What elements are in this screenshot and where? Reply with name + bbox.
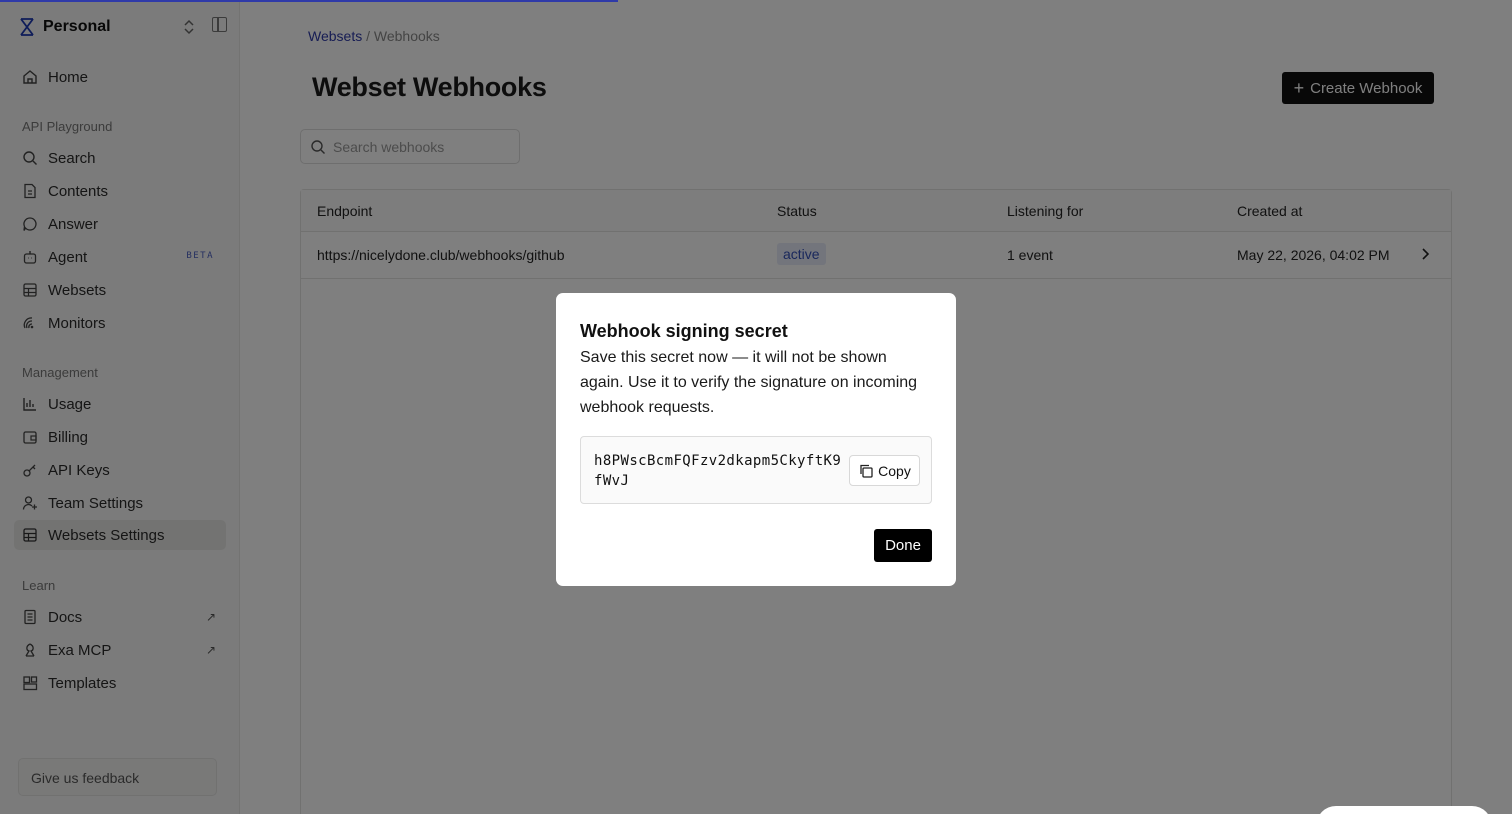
copy-button[interactable]: Copy — [849, 455, 920, 486]
dialog-title: Webhook signing secret — [580, 321, 788, 341]
done-button[interactable]: Done — [874, 529, 932, 562]
secret-container: h8PWscBcmFQFzv2dkapm5CkyftK9fWvJ Copy — [580, 436, 932, 504]
page-progress-bar — [0, 0, 618, 2]
copy-label: Copy — [878, 462, 911, 479]
signing-secret-dialog: Webhook signing secret Save this secret … — [556, 293, 956, 586]
secret-value[interactable]: h8PWscBcmFQFzv2dkapm5CkyftK9fWvJ — [594, 451, 842, 491]
floating-widget[interactable] — [1316, 806, 1492, 814]
dialog-description: Save this secret now — it will not be sh… — [580, 349, 918, 416]
copy-icon — [860, 464, 873, 478]
